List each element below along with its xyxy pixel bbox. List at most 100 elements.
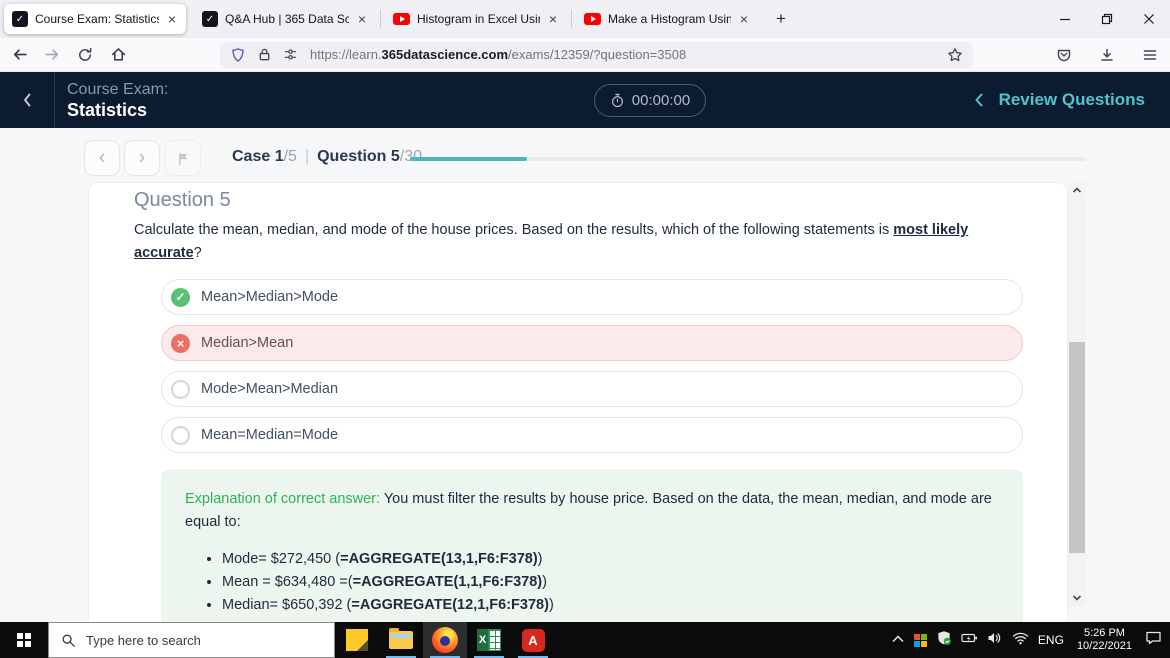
reload-icon (79, 47, 92, 61)
answer-option[interactable]: Mode>Mean>Median (161, 371, 1023, 407)
taskbar-clock[interactable]: 5:26 PM 10/22/2021 (1073, 627, 1136, 653)
close-tab-icon[interactable]: × (738, 12, 750, 26)
tab-histogram-video-1[interactable]: Histogram in Excel Using Data A × (385, 4, 567, 34)
menu-hamburger-icon[interactable] (1136, 42, 1164, 68)
notification-center-icon[interactable] (1145, 630, 1162, 650)
forward-arrow-icon (44, 49, 58, 60)
tab-qa-hub[interactable]: ✓ Q&A Hub | 365 Data Science × (194, 4, 376, 34)
flag-question-button[interactable] (165, 140, 201, 176)
back-button[interactable] (5, 42, 33, 68)
tab-histogram-video-2[interactable]: Make a Histogram Using Excel' × (576, 4, 758, 34)
browser-toolbar: https://learn.365datascience.com/exams/1… (0, 38, 1170, 72)
home-icon (111, 48, 125, 61)
answer-options: ✓ Mean>Median>Mode × Median>Mean Mode>Me… (161, 279, 1023, 453)
wifi-icon[interactable] (1012, 631, 1029, 650)
home-button[interactable] (104, 42, 132, 68)
system-tray: ENG 5:26 PM 10/22/2021 (891, 622, 1170, 658)
bullet-median: Median= $650,392 (=AGGREGATE(12,1,F6:F37… (222, 594, 999, 617)
window-minimize-button[interactable] (1044, 0, 1086, 38)
taskbar-app-acrobat[interactable]: A (511, 622, 555, 658)
bullet-mean: Mean = $634,480 =(=AGGREGATE(1,1,F6:F378… (222, 571, 999, 594)
progress-fill (410, 157, 527, 161)
taskbar-app-excel[interactable]: X (467, 622, 511, 658)
toolbar-right-icons (1045, 42, 1164, 68)
chevron-left-icon (975, 93, 983, 107)
reload-button[interactable] (71, 42, 99, 68)
review-questions-link[interactable]: Review Questions (974, 72, 1145, 128)
close-tab-icon[interactable]: × (166, 12, 178, 26)
language-indicator[interactable]: ENG (1038, 633, 1064, 647)
window-close-button[interactable] (1128, 0, 1170, 38)
sticky-notes-icon (346, 629, 368, 651)
permissions-icon[interactable] (280, 45, 300, 65)
answer-option-correct[interactable]: ✓ Mean>Median>Mode (161, 279, 1023, 315)
close-tab-icon[interactable]: × (547, 12, 559, 26)
browser-tab-bar: ✓ Course Exam: Statistics | 365 D × ✓ Q&… (0, 0, 1170, 38)
battery-icon[interactable] (961, 631, 978, 650)
option-label: Mode>Mean>Median (201, 381, 339, 397)
window-restore-button[interactable] (1086, 0, 1128, 38)
flag-icon (178, 152, 187, 165)
taskbar-app-file-explorer[interactable] (379, 622, 423, 658)
explanation-bullet-list: Mode= $272,450 (=AGGREGATE(13,1,F6:F378)… (185, 548, 999, 617)
scrollbar-track[interactable] (1068, 182, 1086, 606)
question-text: Calculate the mean, median, and mode of … (134, 222, 969, 261)
scroll-up-arrow[interactable] (1068, 182, 1086, 198)
firefox-icon (432, 627, 458, 653)
lock-icon[interactable] (254, 45, 274, 65)
tab-course-exam[interactable]: ✓ Course Exam: Statistics | 365 D × (4, 4, 186, 34)
defender-shield-icon[interactable] (936, 630, 952, 651)
tab-separator (380, 10, 381, 28)
taskbar-app-firefox[interactable] (423, 622, 467, 658)
bullet-mode: Mode= $272,450 (=AGGREGATE(13,1,F6:F378)… (222, 548, 999, 571)
option-label: Median>Mean (201, 335, 294, 351)
tab-separator (571, 10, 572, 28)
restore-icon (1101, 13, 1113, 25)
next-question-button[interactable] (124, 140, 160, 176)
chevron-left-icon (99, 153, 105, 163)
chevron-left-icon (24, 93, 31, 107)
exam-page: Case 1/5|Question 5/30 Question 5 Calcul… (0, 128, 1170, 622)
answer-option[interactable]: Mean=Median=Mode (161, 417, 1023, 453)
explanation-label: Explanation of correct answer: (185, 491, 381, 507)
scrollbar-thumb[interactable] (1069, 342, 1085, 553)
windows-logo-icon (16, 632, 32, 648)
exam-subtitle: Course Exam: (67, 81, 169, 98)
taskbar-app-sticky-notes[interactable] (335, 622, 379, 658)
prev-question-button[interactable] (84, 140, 120, 176)
scroll-down-arrow[interactable] (1068, 590, 1086, 606)
question-label: Question 5 (317, 148, 400, 165)
option-label: Mean>Median>Mode (201, 289, 339, 305)
365-logo-icon: ✓ (12, 11, 28, 27)
timer-pill: 00:00:00 (594, 84, 706, 117)
new-tab-button[interactable]: + (768, 6, 794, 32)
start-button[interactable] (0, 622, 48, 658)
answer-option-incorrect[interactable]: × Median>Mean (161, 325, 1023, 361)
tray-expand-chevron[interactable] (891, 631, 905, 649)
forward-button[interactable] (38, 42, 66, 68)
back-arrow-icon (13, 49, 27, 60)
option-label: Mean=Median=Mode (201, 427, 339, 443)
tab-title: Q&A Hub | 365 Data Science (225, 12, 349, 26)
tab-title: Make a Histogram Using Excel' (608, 12, 731, 26)
exam-title: Statistics (67, 100, 148, 120)
screen: ✓ Course Exam: Statistics | 365 D × ✓ Q&… (0, 0, 1170, 658)
youtube-icon (393, 13, 410, 25)
clock-time: 5:26 PM (1083, 627, 1125, 639)
exam-back-button[interactable] (0, 72, 55, 128)
chevron-right-icon (139, 153, 145, 163)
excel-icon: X (477, 629, 501, 651)
tracking-shield-icon[interactable] (228, 45, 248, 65)
app-grid-icon[interactable] (913, 633, 927, 647)
taskbar-search[interactable]: Type here to search (48, 622, 335, 658)
minimize-icon (1060, 18, 1070, 21)
pocket-icon[interactable] (1050, 42, 1078, 68)
clock-date: 10/22/2021 (1076, 640, 1132, 652)
file-explorer-icon (389, 628, 413, 649)
close-tab-icon[interactable]: × (356, 12, 368, 26)
speaker-icon[interactable] (987, 631, 1003, 650)
address-bar[interactable]: https://learn.365datascience.com/exams/1… (220, 41, 973, 68)
bookmark-star-icon[interactable] (945, 45, 965, 65)
downloads-icon[interactable] (1093, 42, 1121, 68)
stopwatch-icon (611, 93, 623, 108)
